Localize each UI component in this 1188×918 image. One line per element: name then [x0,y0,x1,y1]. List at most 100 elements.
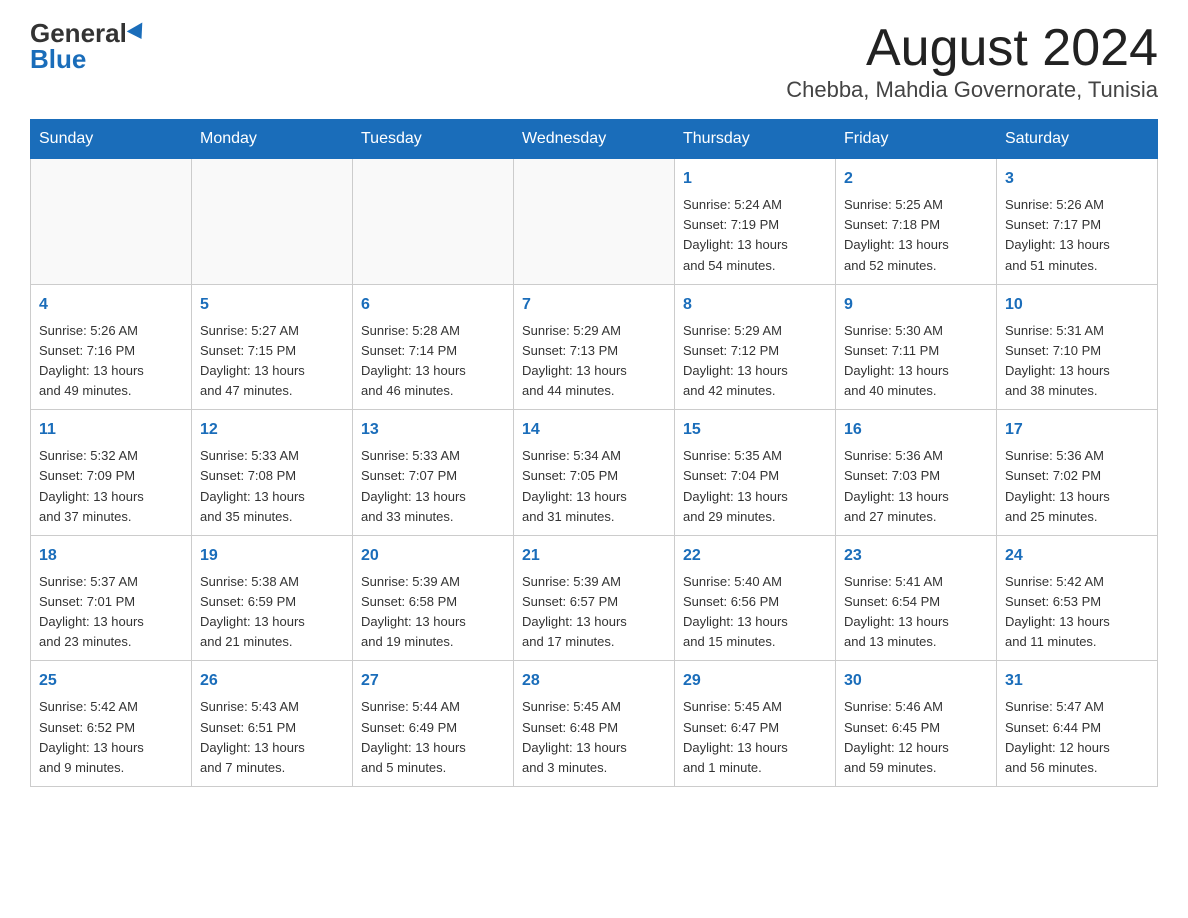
day-number: 18 [39,544,183,568]
day-header-thursday: Thursday [675,120,836,159]
calendar-cell: 10 Sunrise: 5:31 AM Sunset: 7:10 PM Dayli… [997,284,1158,410]
day-info: Sunrise: 5:41 AM Sunset: 6:54 PM Dayligh… [844,572,988,653]
calendar-cell [31,159,192,285]
calendar-table: SundayMondayTuesdayWednesdayThursdayFrid… [30,119,1158,787]
logo-triangle-icon [127,22,150,43]
day-info: Sunrise: 5:42 AM Sunset: 6:53 PM Dayligh… [1005,572,1149,653]
day-info: Sunrise: 5:36 AM Sunset: 7:03 PM Dayligh… [844,446,988,527]
calendar-cell [353,159,514,285]
day-number: 17 [1005,418,1149,442]
calendar-cell: 19Sunrise: 5:38 AM Sunset: 6:59 PM Dayli… [192,535,353,661]
day-info: Sunrise: 5:25 AM Sunset: 7:18 PM Dayligh… [844,195,988,276]
day-info: Sunrise: 5:31 AM Sunset: 7:10 PM Dayligh… [1005,321,1149,402]
day-number: 27 [361,669,505,693]
day-info: Sunrise: 5:32 AM Sunset: 7:09 PM Dayligh… [39,446,183,527]
day-info: Sunrise: 5:40 AM Sunset: 6:56 PM Dayligh… [683,572,827,653]
day-info: Sunrise: 5:26 AM Sunset: 7:16 PM Dayligh… [39,321,183,402]
logo: General Blue [30,20,147,73]
day-info: Sunrise: 5:34 AM Sunset: 7:05 PM Dayligh… [522,446,666,527]
day-info: Sunrise: 5:24 AM Sunset: 7:19 PM Dayligh… [683,195,827,276]
day-number: 6 [361,293,505,317]
day-info: Sunrise: 5:37 AM Sunset: 7:01 PM Dayligh… [39,572,183,653]
day-info: Sunrise: 5:29 AM Sunset: 7:13 PM Dayligh… [522,321,666,402]
calendar-cell [514,159,675,285]
day-info: Sunrise: 5:27 AM Sunset: 7:15 PM Dayligh… [200,321,344,402]
calendar-cell: 20Sunrise: 5:39 AM Sunset: 6:58 PM Dayli… [353,535,514,661]
day-number: 29 [683,669,827,693]
day-number: 22 [683,544,827,568]
day-number: 23 [844,544,988,568]
calendar-cell: 30 Sunrise: 5:46 AM Sunset: 6:45 PM Dayli… [836,661,997,787]
day-info: Sunrise: 5:26 AM Sunset: 7:17 PM Dayligh… [1005,195,1149,276]
day-number: 21 [522,544,666,568]
day-header-saturday: Saturday [997,120,1158,159]
calendar-cell: 13 Sunrise: 5:33 AM Sunset: 7:07 PM Dayli… [353,410,514,536]
day-number: 11 [39,418,183,442]
day-info: Sunrise: 5:28 AM Sunset: 7:14 PM Dayligh… [361,321,505,402]
calendar-cell: 8Sunrise: 5:29 AM Sunset: 7:12 PM Daylig… [675,284,836,410]
calendar-cell: 9Sunrise: 5:30 AM Sunset: 7:11 PM Daylig… [836,284,997,410]
day-number: 24 [1005,544,1149,568]
logo-blue-text: Blue [30,44,86,74]
logo-general-text: General [30,20,127,46]
calendar-cell: 14Sunrise: 5:34 AM Sunset: 7:05 PM Dayli… [514,410,675,536]
calendar-cell: 15 Sunrise: 5:35 AM Sunset: 7:04 PM Dayli… [675,410,836,536]
calendar-cell: 1 Sunrise: 5:24 AM Sunset: 7:19 PM Daylig… [675,159,836,285]
day-number: 2 [844,167,988,191]
day-info: Sunrise: 5:39 AM Sunset: 6:58 PM Dayligh… [361,572,505,653]
day-number: 16 [844,418,988,442]
calendar-cell: 5 Sunrise: 5:27 AM Sunset: 7:15 PM Daylig… [192,284,353,410]
day-info: Sunrise: 5:44 AM Sunset: 6:49 PM Dayligh… [361,697,505,778]
day-info: Sunrise: 5:46 AM Sunset: 6:45 PM Dayligh… [844,697,988,778]
day-header-sunday: Sunday [31,120,192,159]
day-number: 31 [1005,669,1149,693]
day-info: Sunrise: 5:33 AM Sunset: 7:07 PM Dayligh… [361,446,505,527]
day-number: 13 [361,418,505,442]
title-area: August 2024 Chebba, Mahdia Governorate, … [786,20,1158,103]
calendar-cell: 28 Sunrise: 5:45 AM Sunset: 6:48 PM Dayli… [514,661,675,787]
calendar-cell: 23 Sunrise: 5:41 AM Sunset: 6:54 PM Dayli… [836,535,997,661]
calendar-cell: 16 Sunrise: 5:36 AM Sunset: 7:03 PM Dayli… [836,410,997,536]
calendar-cell: 6 Sunrise: 5:28 AM Sunset: 7:14 PM Daylig… [353,284,514,410]
day-number: 28 [522,669,666,693]
calendar-week-row: 18 Sunrise: 5:37 AM Sunset: 7:01 PM Dayli… [31,535,1158,661]
day-header-monday: Monday [192,120,353,159]
calendar-cell: 27 Sunrise: 5:44 AM Sunset: 6:49 PM Dayli… [353,661,514,787]
day-number: 26 [200,669,344,693]
calendar-week-row: 4 Sunrise: 5:26 AM Sunset: 7:16 PM Daylig… [31,284,1158,410]
day-info: Sunrise: 5:47 AM Sunset: 6:44 PM Dayligh… [1005,697,1149,778]
day-number: 1 [683,167,827,191]
day-info: Sunrise: 5:30 AM Sunset: 7:11 PM Dayligh… [844,321,988,402]
calendar-cell: 24 Sunrise: 5:42 AM Sunset: 6:53 PM Dayli… [997,535,1158,661]
calendar-cell: 4 Sunrise: 5:26 AM Sunset: 7:16 PM Daylig… [31,284,192,410]
calendar-week-row: 11 Sunrise: 5:32 AM Sunset: 7:09 PM Dayli… [31,410,1158,536]
calendar-cell: 31 Sunrise: 5:47 AM Sunset: 6:44 PM Dayli… [997,661,1158,787]
day-number: 5 [200,293,344,317]
day-info: Sunrise: 5:33 AM Sunset: 7:08 PM Dayligh… [200,446,344,527]
day-header-wednesday: Wednesday [514,120,675,159]
month-title: August 2024 [786,20,1158,77]
calendar-cell: 25Sunrise: 5:42 AM Sunset: 6:52 PM Dayli… [31,661,192,787]
calendar-header-row: SundayMondayTuesdayWednesdayThursdayFrid… [31,120,1158,159]
day-header-tuesday: Tuesday [353,120,514,159]
day-number: 19 [200,544,344,568]
calendar-cell: 18 Sunrise: 5:37 AM Sunset: 7:01 PM Dayli… [31,535,192,661]
day-number: 10 [1005,293,1149,317]
day-info: Sunrise: 5:35 AM Sunset: 7:04 PM Dayligh… [683,446,827,527]
day-info: Sunrise: 5:45 AM Sunset: 6:48 PM Dayligh… [522,697,666,778]
calendar-cell: 21Sunrise: 5:39 AM Sunset: 6:57 PM Dayli… [514,535,675,661]
page-header: General Blue August 2024 Chebba, Mahdia … [30,20,1158,103]
day-number: 12 [200,418,344,442]
calendar-week-row: 1 Sunrise: 5:24 AM Sunset: 7:19 PM Daylig… [31,159,1158,285]
day-info: Sunrise: 5:43 AM Sunset: 6:51 PM Dayligh… [200,697,344,778]
day-number: 15 [683,418,827,442]
calendar-cell: 26 Sunrise: 5:43 AM Sunset: 6:51 PM Dayli… [192,661,353,787]
day-number: 3 [1005,167,1149,191]
calendar-cell: 29 Sunrise: 5:45 AM Sunset: 6:47 PM Dayli… [675,661,836,787]
day-number: 30 [844,669,988,693]
day-info: Sunrise: 5:36 AM Sunset: 7:02 PM Dayligh… [1005,446,1149,527]
calendar-cell: 7 Sunrise: 5:29 AM Sunset: 7:13 PM Daylig… [514,284,675,410]
day-number: 4 [39,293,183,317]
day-info: Sunrise: 5:45 AM Sunset: 6:47 PM Dayligh… [683,697,827,778]
day-number: 7 [522,293,666,317]
